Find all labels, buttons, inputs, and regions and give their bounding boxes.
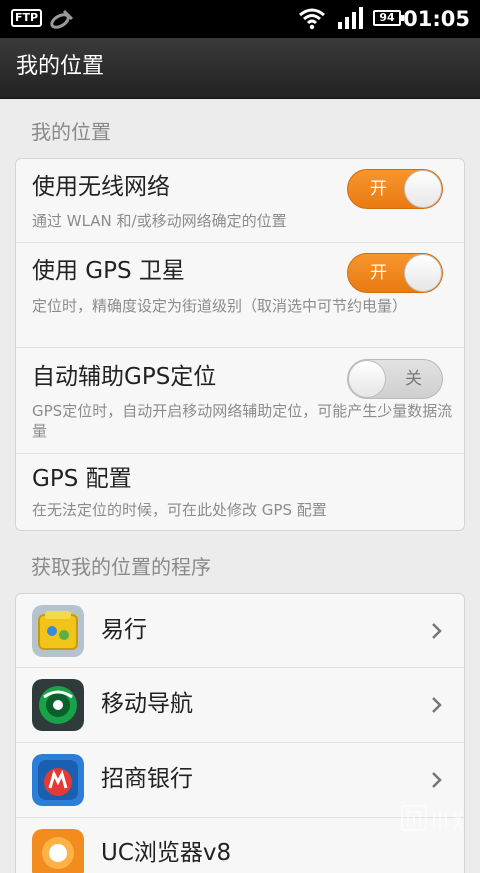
- toggle-label: 关: [405, 369, 422, 389]
- wireless-network-toggle[interactable]: 开: [347, 169, 443, 209]
- setting-subtitle: 通过 WLAN 和/或移动网络确定的位置: [32, 212, 287, 230]
- toggle-label: 开: [370, 263, 387, 283]
- app-name: 易行: [101, 617, 147, 643]
- app-name: 招商银行: [101, 766, 193, 792]
- setting-title: 自动辅助GPS定位: [32, 364, 217, 390]
- setting-row-gps-satellite[interactable]: 使用 GPS 卫星 定位时，精确度设定为街道级别（取消选中可节约电量） 开: [16, 243, 464, 348]
- signal-strength-icon: [338, 7, 363, 29]
- setting-subtitle: 定位时，精确度设定为街道级别（取消选中可节约电量）: [32, 297, 408, 315]
- setting-row-assisted-gps[interactable]: 自动辅助GPS定位 GPS定位时，自动开启移动网络辅助定位，可能产生少量数据流量…: [16, 348, 464, 454]
- setting-subtitle: GPS定位时，自动开启移动网络辅助定位，可能产生少量数据流量: [32, 402, 453, 440]
- chevron-right-icon: [432, 772, 442, 788]
- setting-title: GPS 配置: [32, 466, 132, 492]
- gps-satellite-toggle[interactable]: 开: [347, 253, 443, 293]
- toggle-label: 开: [370, 179, 387, 199]
- toggle-knob: [404, 254, 442, 292]
- setting-title: 使用 GPS 卫星: [32, 258, 185, 284]
- status-time: 01:05: [403, 7, 470, 31]
- toggle-knob: [348, 360, 386, 398]
- chevron-right-icon: [432, 623, 442, 639]
- status-bar: FTP 94 01:05: [0, 0, 480, 38]
- chevron-right-icon: [432, 697, 442, 713]
- ftp-icon: FTP: [11, 9, 43, 27]
- setting-title: 使用无线网络: [32, 174, 170, 200]
- mi-logo-watermark: [401, 805, 463, 831]
- page-title: 我的位置: [16, 54, 105, 79]
- section-header-apps: 获取我的位置的程序: [31, 555, 211, 579]
- location-settings-card: 使用无线网络 通过 WLAN 和/或移动网络确定的位置 开 使用 GPS 卫星 …: [15, 158, 465, 531]
- app-name: UC浏览器v8: [101, 840, 232, 866]
- app-row-mobile-navigation[interactable]: 移动导航: [16, 668, 464, 743]
- setting-subtitle: 在无法定位的时候，可在此处修改 GPS 配置: [32, 501, 327, 519]
- mobile-navigation-app-icon: [32, 679, 84, 731]
- setting-row-gps-config[interactable]: GPS 配置 在无法定位的时候，可在此处修改 GPS 配置: [16, 454, 464, 530]
- cmb-bank-app-icon: [32, 754, 84, 806]
- assisted-gps-toggle[interactable]: 关: [347, 359, 443, 399]
- app-row-uc-browser[interactable]: UC浏览器v8: [16, 818, 464, 873]
- uc-browser-app-icon: [32, 829, 84, 873]
- section-header-location: 我的位置: [31, 120, 111, 144]
- title-bar: 我的位置: [0, 38, 480, 99]
- apps-list-card: 易行 移动导航 招商银行 UC浏览器v8: [15, 593, 465, 873]
- yixing-app-icon: [32, 605, 84, 657]
- battery-icon: 94: [373, 10, 404, 26]
- toggle-knob: [404, 170, 442, 208]
- app-row-cmb-bank[interactable]: 招商银行: [16, 743, 464, 818]
- app-row-yixing[interactable]: 易行: [16, 594, 464, 668]
- wifi-icon: [299, 8, 325, 30]
- satellite-icon: [50, 9, 74, 29]
- setting-row-wireless-network[interactable]: 使用无线网络 通过 WLAN 和/或移动网络确定的位置 开: [16, 159, 464, 243]
- app-name: 移动导航: [101, 691, 193, 717]
